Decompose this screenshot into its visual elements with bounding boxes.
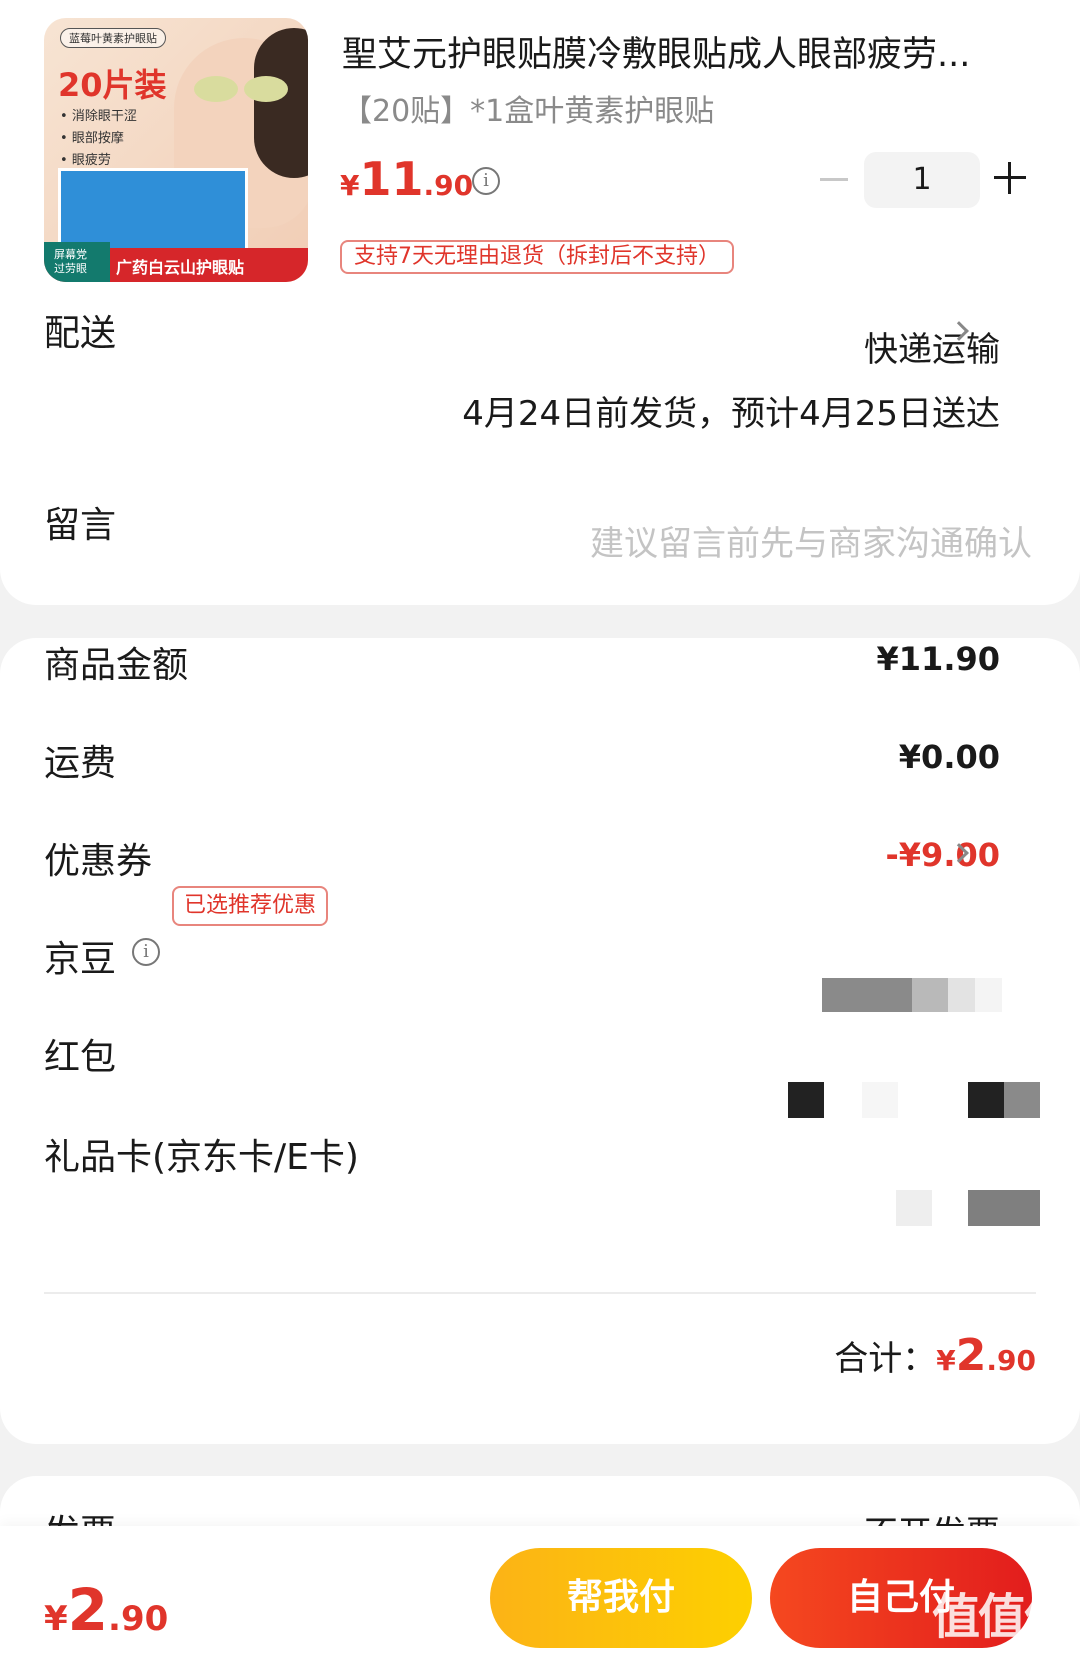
thumb-bullet: • 消除眼干涩 [60, 109, 137, 124]
product-thumbnail[interactable]: 蓝莓叶黄素护眼贴 20片装 • 消除眼干涩 • 眼部按摩 • 眼疲劳 屏幕党 过… [44, 18, 308, 282]
thumb-banner: 屏幕党 过劳眼 广药白云山护眼贴 [44, 242, 308, 282]
model-hair-shape [254, 28, 308, 178]
delivery-method[interactable]: 快递运输 [864, 322, 1000, 371]
goods-amount-label: 商品金额 [44, 645, 189, 686]
delivery-time: 4月24日前发货，预计4月25日送达 [462, 394, 1000, 434]
message-label: 留言 [44, 505, 117, 546]
shipping-value: ¥0.00 [898, 738, 1000, 776]
giftcard-obscured-value[interactable] [896, 1190, 932, 1226]
help-me-pay-button[interactable]: 帮我付 [490, 1548, 752, 1648]
quantity-input[interactable]: 1 [864, 152, 980, 208]
delivery-label: 配送 [44, 313, 117, 354]
product-spec[interactable]: 【20贴】*1盒叶黄素护眼贴 [342, 86, 714, 130]
info-icon[interactable]: i [472, 167, 500, 195]
coupon-value[interactable]: -¥9.00 [886, 836, 1001, 874]
redpacket-obscured-value [862, 1082, 898, 1118]
product-price: ¥11.90 [340, 152, 474, 206]
giftcard-label: 礼品卡(京东卡/E卡) [44, 1137, 359, 1178]
giftcard-obscured-value [968, 1190, 1040, 1226]
redpacket-obscured-value [968, 1082, 1040, 1118]
product-title[interactable]: 聖艾元护眼贴膜冷敷眼贴成人眼部疲劳... [342, 26, 1042, 77]
bottom-total-price: ¥2.90 [44, 1576, 169, 1644]
coupon-label: 优惠券 [44, 841, 153, 882]
total-value: ¥2.90 [936, 1330, 1036, 1381]
bottom-action-bar: ¥2.90 帮我付 自己付 值值值 zhizhizhi.com [0, 1526, 1080, 1669]
total-label: 合计： [834, 1339, 937, 1379]
divider [44, 1292, 1036, 1294]
thumb-count: 20片装 [58, 66, 167, 104]
redpacket-label: 红包 [44, 1037, 117, 1078]
eye-patch-left [194, 76, 238, 102]
watermark-text: zhizhizhi.com [961, 1648, 1070, 1667]
thumb-banner-text: 广药白云山护眼贴 [116, 258, 245, 277]
quantity-minus-button[interactable] [820, 178, 848, 181]
jingdou-obscured-value[interactable] [822, 978, 1002, 1012]
quantity-plus-button[interactable] [994, 162, 1026, 194]
redpacket-obscured-value[interactable] [788, 1082, 824, 1118]
goods-amount-value: ¥11.90 [876, 640, 1000, 678]
coupon-badge: 已选推荐优惠 [172, 886, 329, 926]
watermark-logo: 值值值 [931, 1589, 1072, 1645]
message-input[interactable] [472, 524, 1032, 564]
order-total: 合计：¥2.90 [834, 1330, 1036, 1381]
thumb-banner-side: 屏幕党 过劳眼 [44, 242, 110, 282]
eye-patch-right [244, 76, 288, 102]
thumb-tag: 蓝莓叶黄素护眼贴 [60, 28, 166, 48]
thumb-bullet: • 眼部按摩 [60, 131, 124, 146]
info-icon[interactable]: i [132, 938, 160, 966]
return-policy-badge: 支持7天无理由退货（拆封后不支持） [340, 240, 734, 274]
shipping-label: 运费 [44, 743, 117, 784]
product-card: 蓝莓叶黄素护眼贴 20片装 • 消除眼干涩 • 眼部按摩 • 眼疲劳 屏幕党 过… [0, 0, 1080, 605]
thumb-bullets: • 消除眼干涩 • 眼部按摩 • 眼疲劳 [60, 106, 137, 172]
jingdou-label: 京豆 [44, 939, 117, 980]
